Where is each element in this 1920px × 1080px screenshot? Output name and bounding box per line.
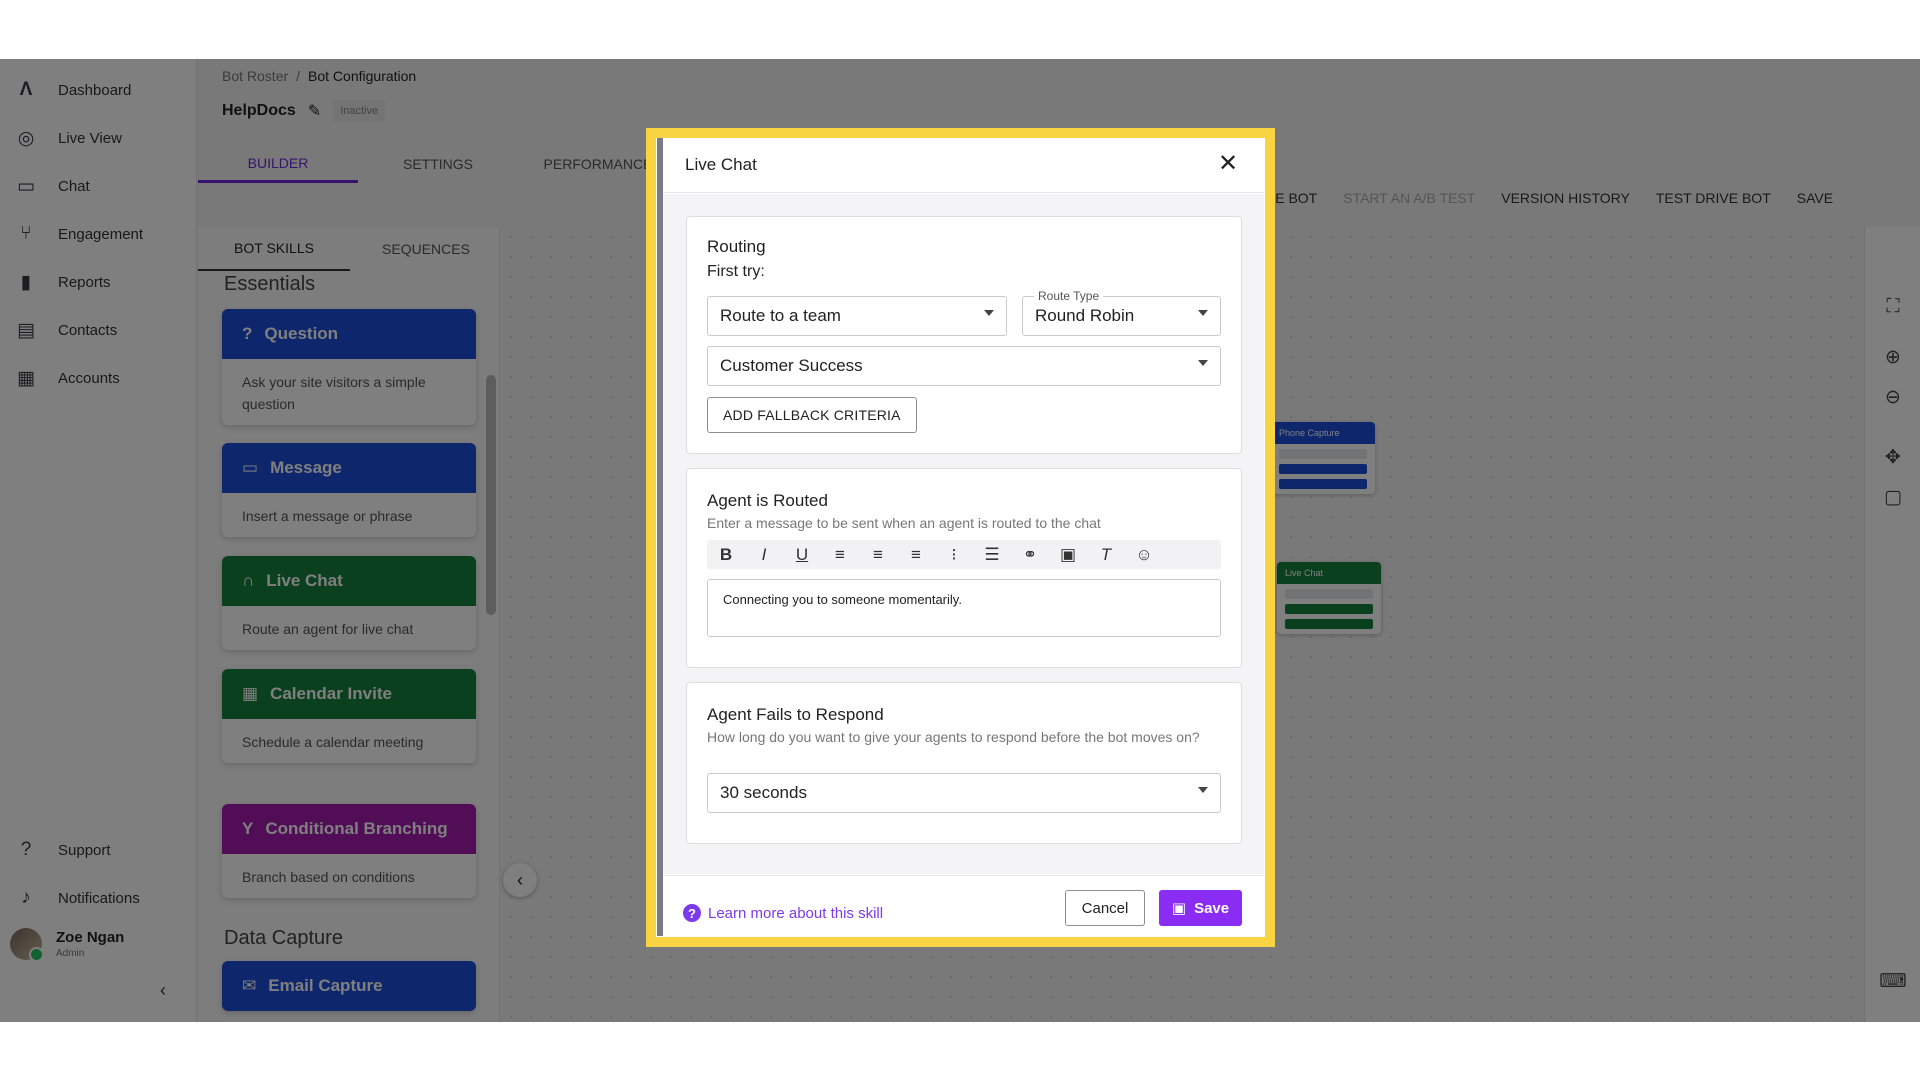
agent-fails-subtitle: How long do you want to give your agents… xyxy=(707,729,1200,745)
select-value: Round Robin xyxy=(1035,306,1135,325)
agent-routed-title: Agent is Routed xyxy=(707,491,828,510)
first-try-label: First try: xyxy=(707,263,765,280)
italic-icon[interactable]: I xyxy=(745,540,783,569)
caret-down-icon xyxy=(1198,310,1208,316)
learn-more-link[interactable]: ? Learn more about this skill xyxy=(683,904,883,922)
select-value: 30 seconds xyxy=(720,783,807,802)
agent-fails-title: Agent Fails to Respond xyxy=(707,705,884,724)
ordered-list-icon[interactable]: ⁝ xyxy=(935,540,973,569)
agent-routed-subtitle: Enter a message to be sent when an agent… xyxy=(707,515,1101,531)
select-value: Route to a team xyxy=(720,306,841,325)
modal-title: Live Chat xyxy=(685,155,757,174)
close-icon[interactable]: ✕ xyxy=(1214,150,1242,178)
timeout-select[interactable]: 30 seconds xyxy=(707,773,1221,813)
clear-format-icon[interactable]: T xyxy=(1087,540,1125,569)
align-right-icon[interactable]: ≡ xyxy=(897,540,935,569)
align-center-icon[interactable]: ≡ xyxy=(859,540,897,569)
routing-title: Routing xyxy=(707,237,766,256)
save-label: Save xyxy=(1194,899,1230,917)
select-value: Customer Success xyxy=(720,356,863,375)
caret-down-icon xyxy=(1198,360,1208,366)
agent-fails-section: Agent Fails to Respond How long do you w… xyxy=(686,682,1242,844)
modal-body: Routing First try: Route to a team Round… xyxy=(663,194,1264,874)
caret-down-icon xyxy=(1198,787,1208,793)
image-icon[interactable]: ▣ xyxy=(1049,540,1087,569)
emoji-icon[interactable]: ☺ xyxy=(1125,540,1163,569)
save-button[interactable]: ▣ Save xyxy=(1159,890,1242,926)
align-left-icon[interactable]: ≡ xyxy=(821,540,859,569)
modal-footer: ? Learn more about this skill Cancel ▣ S… xyxy=(663,875,1264,936)
caret-down-icon xyxy=(984,310,994,316)
modal-header: Live Chat ✕ xyxy=(663,138,1264,193)
live-chat-modal: Live Chat ✕ Routing First try: Route to … xyxy=(657,138,1264,936)
team-select[interactable]: Customer Success xyxy=(707,346,1221,386)
agent-routed-message-input[interactable]: Connecting you to someone momentarily. xyxy=(707,579,1221,637)
link-icon[interactable]: ⚭ xyxy=(1011,540,1049,569)
floppy-disk-icon: ▣ xyxy=(1171,900,1187,917)
bold-icon[interactable]: B xyxy=(707,540,745,569)
help-icon: ? xyxy=(683,904,701,922)
add-fallback-button[interactable]: ADD FALLBACK CRITERIA xyxy=(707,397,917,433)
routing-section: Routing First try: Route to a team Round… xyxy=(686,216,1242,454)
route-target-select[interactable]: Route to a team xyxy=(707,296,1007,336)
underline-icon[interactable]: U xyxy=(783,540,821,569)
cancel-button[interactable]: Cancel xyxy=(1065,890,1145,926)
learn-more-label: Learn more about this skill xyxy=(708,904,884,922)
bullet-list-icon[interactable]: ☰ xyxy=(973,540,1011,569)
rich-text-toolbar: B I U ≡ ≡ ≡ ⁝ ☰ ⚭ ▣ T ☺ xyxy=(707,540,1221,569)
route-type-label: Route Type xyxy=(1034,289,1104,303)
agent-routed-section: Agent is Routed Enter a message to be se… xyxy=(686,468,1242,668)
